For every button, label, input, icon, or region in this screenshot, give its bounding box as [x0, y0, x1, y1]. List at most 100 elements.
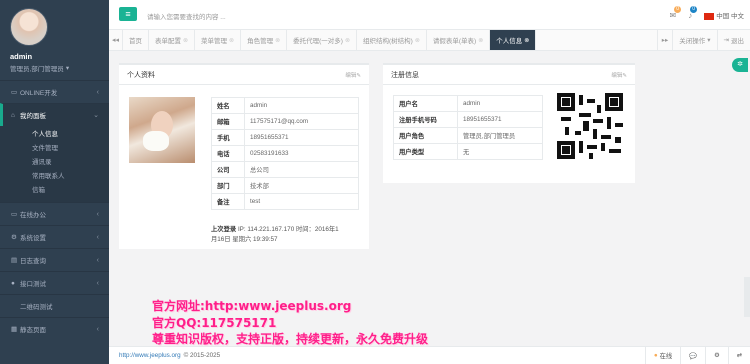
sidebar-subitem-frequent-contacts[interactable]: 常用联系人	[0, 170, 109, 184]
chat-icon: 💬	[689, 352, 698, 360]
close-icon[interactable]: ⊗	[229, 37, 234, 44]
close-icon[interactable]: ⊗	[183, 37, 188, 44]
close-icon[interactable]: ⊗	[275, 37, 280, 44]
sidebar-item-settings[interactable]: ⚙ 系统设置 ‹	[0, 225, 109, 248]
tab-bar: ◂◂ 首页 表单配置 ⊗ 菜单管理 ⊗ 角色管理 ⊗ 委托代理(一对多) ⊗ 组织结构(…	[109, 30, 750, 51]
chevron-left-icon: ‹	[96, 88, 99, 96]
close-icon[interactable]: ⊗	[478, 37, 483, 44]
close-operations-dropdown[interactable]: 关闭操作 ▾	[672, 30, 716, 50]
registration-panel: 注册信息 编辑✎ 用户名 admin 注册手机号码 18951655371 用户角色…	[383, 63, 635, 183]
chevron-left-icon: ‹	[96, 279, 99, 287]
home-icon: ⌂	[11, 111, 15, 119]
caret-down-icon: ▾	[707, 37, 711, 44]
watermark-line-1: 官方网址:http:www.jeeplus.org	[152, 299, 352, 313]
tab-label: 请假表单(单表)	[432, 38, 477, 45]
api-icon: ●	[11, 279, 15, 287]
last-login-label: 上次登录	[211, 226, 237, 233]
tab-scroll-left-button[interactable]: ◂◂	[109, 30, 123, 50]
online-status-button[interactable]: ● 在线	[644, 347, 680, 364]
tab-home[interactable]: 首页	[123, 30, 149, 50]
mail-button[interactable]: ✉ 0	[669, 5, 682, 20]
sidebar-item-online-dev[interactable]: ▭ ONLINE开发 ‹	[0, 80, 109, 103]
footer-tools: ● 在线 💬 ⚙ ⇄	[644, 347, 750, 364]
sidebar-item-qrcode-test[interactable]: 二维码测试	[0, 294, 109, 317]
page-icon: ▦	[11, 326, 18, 333]
sidebar-item-logs[interactable]: ▤ 日志查询 ‹	[0, 248, 109, 271]
user-role[interactable]: 管理员,部门管理员 ▾	[10, 63, 109, 73]
desktop-icon: ▭	[11, 211, 18, 218]
monitor-icon: ▭	[11, 89, 18, 96]
notification-button[interactable]: ♪ 0	[688, 5, 698, 20]
close-icon[interactable]: ⊗	[345, 37, 350, 44]
language-selector[interactable]: 中国 中文	[704, 10, 744, 20]
menu-toggle-button[interactable]: ≡	[119, 7, 137, 21]
sidebar-subitem-files[interactable]: 文件管理	[0, 142, 109, 156]
tab-label: 菜单管理	[201, 38, 228, 45]
table-row: 用户类型无	[393, 143, 543, 160]
sidebar-subnav: 个人信息 文件管理 通讯录 常用联系人 信箱	[0, 126, 109, 202]
field-value: 管理员,部门管理员	[457, 127, 543, 144]
field-label: 备注	[211, 193, 245, 210]
sidebar-item-office[interactable]: ▭ 在线办公 ‹	[0, 202, 109, 225]
sidebar-item-api-test[interactable]: ● 接口测试 ‹	[0, 271, 109, 294]
edit-label: 编辑	[345, 72, 357, 79]
field-label: 邮箱	[211, 113, 245, 130]
sidebar-item-my-panel[interactable]: ⌂ 我的面板 ⌄	[0, 103, 109, 126]
close-icon[interactable]: ⊗	[524, 37, 529, 44]
field-label: 姓名	[211, 97, 245, 114]
field-value: 技术部	[244, 177, 359, 194]
tab-menu-manage[interactable]: 菜单管理 ⊗	[195, 30, 242, 50]
sidebar-subitem-profile[interactable]: 个人信息	[0, 128, 109, 142]
logout-label: 退出	[731, 38, 744, 45]
field-label: 公司	[211, 161, 245, 178]
tab-org-structure[interactable]: 组织结构(树结构) ⊗	[357, 30, 427, 50]
tab-personal-info[interactable]: 个人信息 ⊗	[490, 30, 537, 50]
edit-label: 编辑	[611, 72, 623, 79]
table-row: 用户名 admin	[393, 95, 543, 112]
tab-form-config[interactable]: 表单配置 ⊗	[149, 30, 196, 50]
sidebar: admin 管理员,部门管理员 ▾ ▭ ONLINE开发 ‹ ⌂ 我的面板 ⌄ 个人信息 …	[0, 0, 109, 364]
profile-panel-header: 个人资料 编辑✎	[119, 65, 369, 85]
profile-photo	[129, 97, 195, 163]
table-row: 部门 技术部	[211, 177, 359, 194]
table-row: 手机 18951655371	[211, 129, 359, 146]
sidebar-subitem-contacts[interactable]: 通讯录	[0, 156, 109, 170]
tab-label: 表单配置	[155, 38, 181, 45]
footer-link[interactable]: http://www.jeeplus.org	[119, 352, 181, 359]
chevron-left-icon: ‹	[96, 325, 99, 333]
search-input[interactable]: 请输入您需要查找的内容 ...	[147, 11, 226, 21]
table-row: 注册手机号码 18951655371	[393, 111, 543, 128]
sidebar-item-label: 日志查询	[20, 258, 46, 265]
qr-code	[557, 93, 623, 159]
footer-copyright: © 2015-2025	[183, 352, 221, 359]
registration-table: 用户名 admin 注册手机号码 18951655371 用户角色 管理员,部门管理员…	[393, 95, 543, 160]
gear-icon: ⚙	[714, 352, 720, 359]
field-value: 总公司	[244, 161, 359, 178]
avatar[interactable]	[10, 8, 48, 46]
wrench-icon: ✎	[622, 72, 627, 79]
chevron-left-icon: ‹	[96, 210, 99, 218]
tab-leave-form[interactable]: 请假表单(单表) ⊗	[427, 30, 491, 50]
sidebar-item-static-pages[interactable]: ▦ 静态页面 ‹	[0, 317, 109, 340]
field-label: 用户名	[393, 95, 458, 112]
user-name[interactable]: admin	[10, 52, 109, 61]
right-drawer-handle[interactable]	[744, 277, 750, 317]
tab-delegation[interactable]: 委托代理(一对多) ⊗	[287, 30, 357, 50]
panel-title: 注册信息	[391, 71, 419, 79]
sidebar-item-label: 静态页面	[20, 327, 46, 334]
tab-scroll-right-button[interactable]: ▸▸	[656, 30, 673, 50]
footer-settings-button[interactable]: ⚙	[705, 347, 728, 364]
chevron-down-icon: ⌄	[93, 112, 99, 119]
edit-button[interactable]: 编辑✎	[345, 71, 361, 79]
language-label: 中国 中文	[716, 13, 744, 20]
tab-role-manage[interactable]: 角色管理 ⊗	[241, 30, 288, 50]
chevron-left-icon: ‹	[96, 233, 99, 241]
edit-button[interactable]: 编辑✎	[611, 71, 627, 79]
chat-button[interactable]: 💬	[680, 347, 705, 364]
close-icon[interactable]: ⊗	[415, 37, 420, 44]
sidebar-subitem-mailbox[interactable]: 信箱	[0, 184, 109, 198]
swap-button[interactable]: ⇄	[727, 347, 750, 364]
sidebar-item-label: 接口测试	[20, 281, 46, 288]
sidebar-profile: admin 管理员,部门管理员 ▾	[0, 0, 109, 80]
logout-button[interactable]: ⇥ 退出	[716, 30, 750, 50]
